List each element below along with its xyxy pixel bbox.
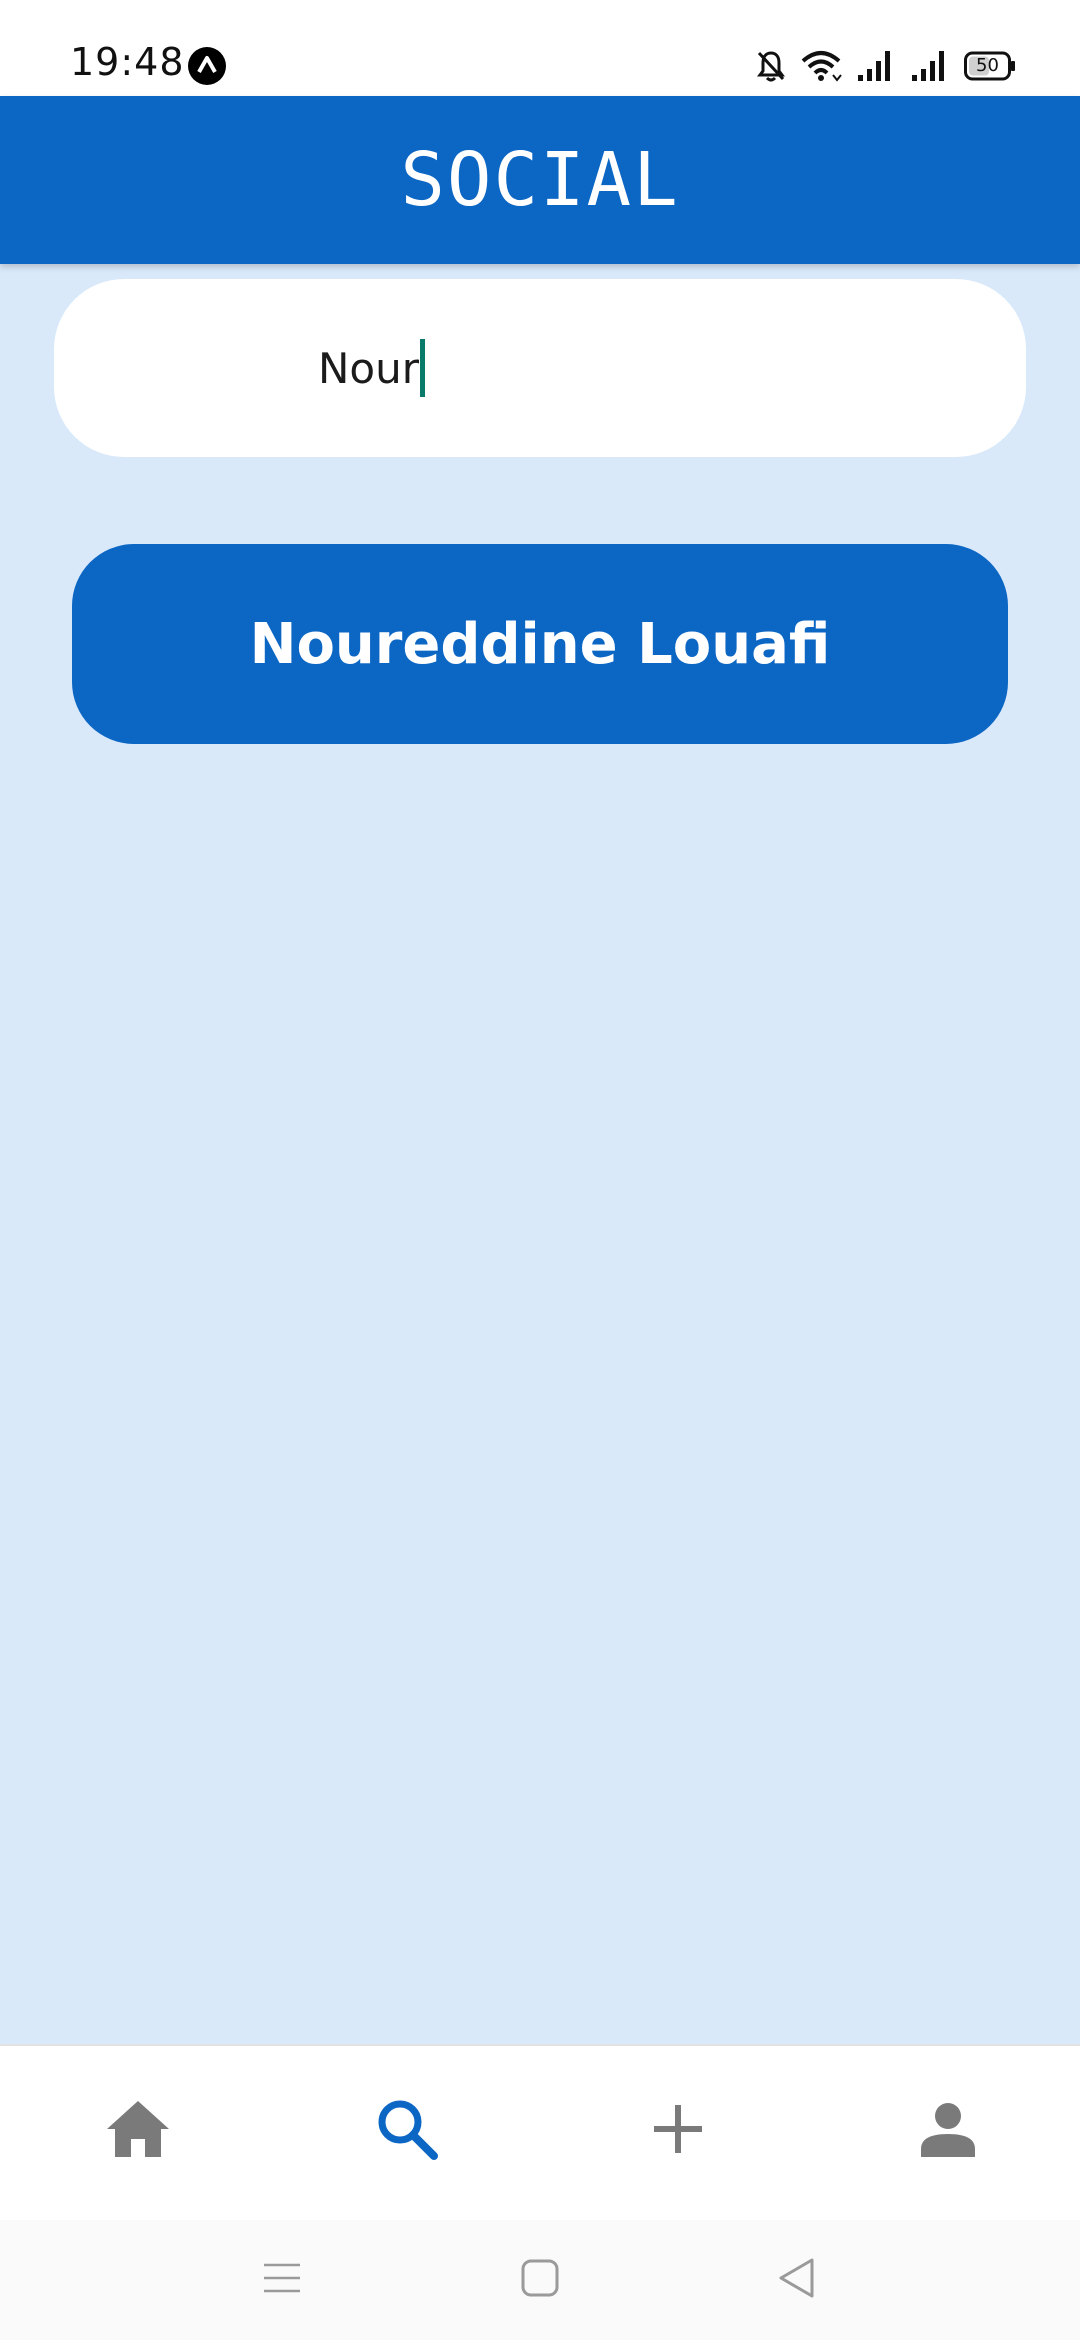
back-icon bbox=[776, 2257, 816, 2304]
status-bar: 19:48 50 bbox=[0, 0, 1080, 96]
text-caret bbox=[420, 339, 426, 397]
battery-level: 50 bbox=[976, 55, 999, 76]
system-menu-button[interactable] bbox=[250, 2248, 314, 2312]
status-time: 19:48 bbox=[70, 40, 185, 84]
search-input[interactable]: Nour bbox=[54, 279, 1026, 457]
status-icons: 50 bbox=[756, 44, 1016, 88]
bell-off-icon bbox=[756, 49, 786, 83]
system-nav bbox=[0, 2220, 1080, 2340]
search-input-value: Nour bbox=[318, 343, 420, 393]
nav-add[interactable] bbox=[633, 2086, 723, 2176]
nav-profile[interactable] bbox=[903, 2086, 993, 2176]
system-back-button[interactable] bbox=[764, 2248, 828, 2312]
app-header: SOCIAL bbox=[0, 96, 1080, 264]
system-home-button[interactable] bbox=[508, 2248, 572, 2312]
search-icon bbox=[376, 2098, 438, 2165]
search-result-button[interactable]: Noureddine Louafi bbox=[72, 544, 1008, 744]
screen: 19:48 50 SOCIAL Nour Noureddine Louafi bbox=[0, 0, 1080, 2340]
app-title: SOCIAL bbox=[400, 137, 680, 223]
app-notification-icon bbox=[188, 47, 226, 85]
nav-home[interactable] bbox=[93, 2086, 183, 2176]
signal-icon bbox=[910, 49, 950, 83]
signal-icon bbox=[856, 49, 896, 83]
profile-icon bbox=[919, 2101, 977, 2162]
wifi-icon bbox=[800, 49, 842, 83]
home-square-icon bbox=[520, 2258, 560, 2303]
search-input-text-row: Nour bbox=[318, 279, 426, 457]
home-icon bbox=[105, 2099, 171, 2164]
menu-icon bbox=[262, 2261, 302, 2300]
main-content: Nour Noureddine Louafi bbox=[0, 264, 1080, 2044]
battery-icon: 50 bbox=[964, 51, 1016, 81]
nav-search[interactable] bbox=[362, 2086, 452, 2176]
bottom-nav bbox=[0, 2044, 1080, 2222]
plus-icon bbox=[652, 2103, 704, 2160]
